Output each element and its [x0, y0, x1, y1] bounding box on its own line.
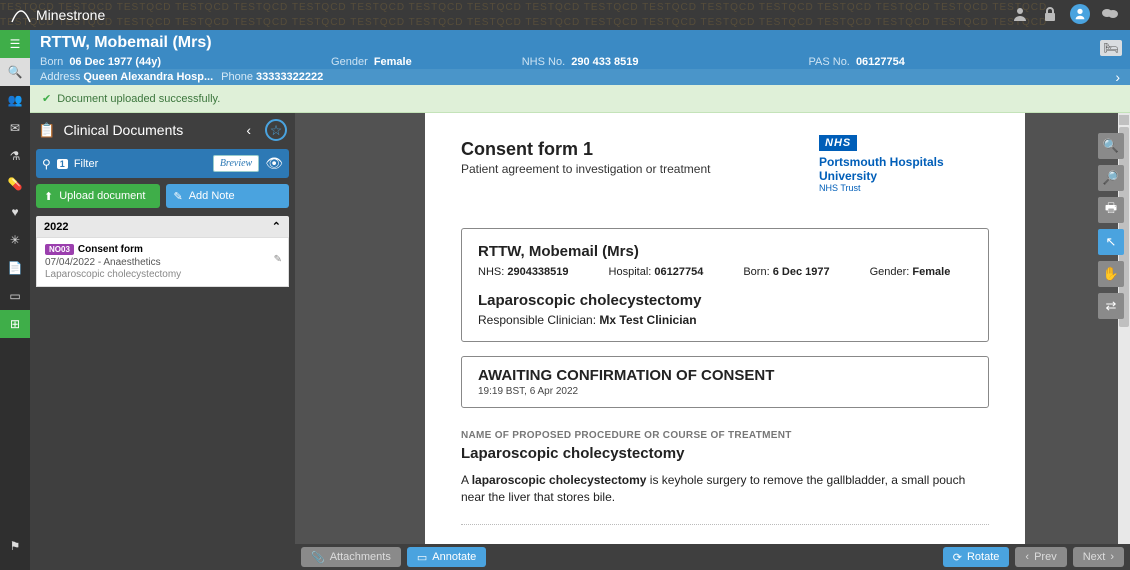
- doc-tag: NO03: [45, 244, 74, 255]
- box-patient-name: RTTW, Mobemail (Mrs): [478, 243, 972, 260]
- chevron-right-icon[interactable]: ›: [1115, 69, 1120, 85]
- grid-icon[interactable]: ⊞: [0, 310, 30, 338]
- docs-icon[interactable]: 📄: [0, 254, 30, 282]
- user-icon[interactable]: [1010, 4, 1030, 24]
- lab-icon[interactable]: ⚗: [0, 142, 30, 170]
- vitals-icon[interactable]: ♥: [0, 198, 30, 226]
- rotate-button[interactable]: ⟳Rotate: [943, 547, 1010, 567]
- chat-icon[interactable]: [1100, 4, 1120, 24]
- patient-subheader: Born 06 Dec 1977 (44y) Gender Female NHS…: [30, 55, 1130, 69]
- support-icon[interactable]: [1070, 4, 1090, 24]
- divider: [461, 524, 989, 525]
- upload-button[interactable]: ⬆Upload document: [36, 184, 160, 208]
- patient-address-row[interactable]: Address Queen Alexandra Hosp... Phone 33…: [30, 69, 1130, 85]
- paperclip-icon: 📎: [311, 551, 325, 564]
- patients-icon[interactable]: 👥: [0, 86, 30, 114]
- banner-text: Document uploaded successfully.: [57, 93, 220, 105]
- print-icon[interactable]: 🖶: [1098, 197, 1124, 223]
- status-box: AWAITING CONFIRMATION OF CONSENT 19:19 B…: [461, 356, 989, 408]
- nhs-block: NHS Portsmouth Hospitals University NHS …: [819, 135, 989, 193]
- settings-icon[interactable]: ✳: [0, 226, 30, 254]
- add-note-button[interactable]: ✎Add Note: [166, 184, 290, 208]
- document-viewer: Consent form 1 Patient agreement to inve…: [295, 113, 1130, 570]
- annotate-icon: ▭: [417, 551, 427, 564]
- favourite-icon[interactable]: ☆: [265, 119, 287, 141]
- chevron-left-icon: ‹: [1025, 551, 1029, 563]
- year-label: 2022: [44, 221, 68, 233]
- document-page: Consent form 1 Patient agreement to inve…: [425, 113, 1025, 544]
- brand-logo: Minestrone: [10, 6, 105, 24]
- rotate-icon: ⟳: [953, 551, 962, 564]
- viewer-bottom-bar: 📎Attachments ▭Annotate ⟳Rotate ‹Prev Nex…: [295, 544, 1130, 570]
- filter-count-badge: 1: [57, 159, 68, 169]
- search-icon[interactable]: 🔍: [0, 58, 30, 86]
- filter-icon: ⚲: [42, 157, 51, 171]
- chevron-up-icon: ⌃: [272, 220, 281, 233]
- nhs-trust: NHS Trust: [819, 183, 989, 193]
- flag-icon[interactable]: ⚑: [0, 532, 30, 560]
- edit-icon[interactable]: ✎: [274, 254, 282, 265]
- zoom-out-icon[interactable]: 🔎: [1098, 165, 1124, 191]
- chevron-right-icon: ›: [1110, 551, 1114, 563]
- left-nav-rail: ☰ 🔍 👥 ✉ ⚗ 💊 ♥ ✳ 📄 ▭ ⊞ ⚑: [0, 30, 30, 570]
- doc-meta: 07/04/2022 - Anaesthetics: [45, 257, 280, 268]
- bed-icon[interactable]: 🛏: [1100, 40, 1122, 56]
- documents-title: Clinical Documents: [63, 122, 183, 138]
- mail-icon[interactable]: ✉: [0, 114, 30, 142]
- upload-icon: ⬆: [44, 190, 53, 203]
- section-label: NAME OF PROPOSED PROCEDURE OR COURSE OF …: [461, 430, 989, 441]
- next-button[interactable]: Next›: [1073, 547, 1124, 567]
- documents-header: 📋 Clinical Documents ‹ ☆: [30, 113, 295, 147]
- success-banner: ✔ Document uploaded successfully.: [30, 85, 1130, 113]
- menu-icon[interactable]: ☰: [0, 30, 30, 58]
- check-icon: ✔: [42, 92, 51, 105]
- preview-button[interactable]: Breview: [213, 155, 259, 172]
- section-value: Laparoscopic cholecystectomy: [461, 445, 989, 462]
- documents-icon: 📋: [38, 122, 55, 139]
- documents-sidebar: 📋 Clinical Documents ‹ ☆ ⚲ 1 Filter Brev…: [30, 113, 295, 570]
- status-timestamp: 19:19 BST, 6 Apr 2022: [478, 386, 972, 397]
- pencil-icon: ✎: [174, 190, 183, 203]
- doc-sub: Laparoscopic cholecystectomy: [45, 269, 280, 280]
- visibility-icon[interactable]: 👁: [265, 155, 283, 172]
- viewer-tools: 🔍 🔎 🖶 ↖ ✋ ⇄: [1098, 133, 1124, 319]
- procedure-description: A laparoscopic cholecystectomy is keyhol…: [461, 472, 989, 506]
- meds-icon[interactable]: 💊: [0, 170, 30, 198]
- brand-bar: TESTQCD TESTQCD TESTQCD TESTQCD TESTQCD …: [0, 0, 1130, 30]
- watermark: TESTQCD TESTQCD TESTQCD TESTQCD TESTQCD …: [0, 0, 1130, 30]
- prev-button[interactable]: ‹Prev: [1015, 547, 1066, 567]
- filter-bar[interactable]: ⚲ 1 Filter Breview 👁: [36, 149, 289, 178]
- scroll-arrow-up-icon[interactable]: [1119, 115, 1129, 125]
- status-title: AWAITING CONFIRMATION OF CONSENT: [478, 367, 972, 384]
- nhs-logo: NHS: [819, 135, 857, 151]
- nhs-org: Portsmouth Hospitals University: [819, 155, 989, 183]
- collapse-icon[interactable]: ‹: [246, 122, 251, 138]
- main-area: 📋 Clinical Documents ‹ ☆ ⚲ 1 Filter Brev…: [30, 113, 1130, 570]
- zoom-in-icon[interactable]: 🔍: [1098, 133, 1124, 159]
- pointer-tool-icon[interactable]: ↖: [1098, 229, 1124, 255]
- notes-icon[interactable]: ▭: [0, 282, 30, 310]
- procedure-name: Laparoscopic cholecystectomy: [478, 292, 972, 309]
- attachments-button[interactable]: 📎Attachments: [301, 547, 401, 567]
- year-group[interactable]: 2022 ⌃: [36, 216, 289, 237]
- share-icon[interactable]: ⇄: [1098, 293, 1124, 319]
- patient-name: RTTW, Mobemail (Mrs): [40, 34, 1120, 52]
- document-item[interactable]: NO03 Consent form 07/04/2022 - Anaestheti…: [36, 237, 289, 287]
- patient-box: RTTW, Mobemail (Mrs) NHS: 2904338519 Hos…: [461, 228, 989, 342]
- hand-tool-icon[interactable]: ✋: [1098, 261, 1124, 287]
- filter-label: Filter: [74, 158, 98, 170]
- doc-title: Consent form: [78, 244, 143, 255]
- annotate-button[interactable]: ▭Annotate: [407, 547, 486, 567]
- lock-icon[interactable]: [1040, 4, 1060, 24]
